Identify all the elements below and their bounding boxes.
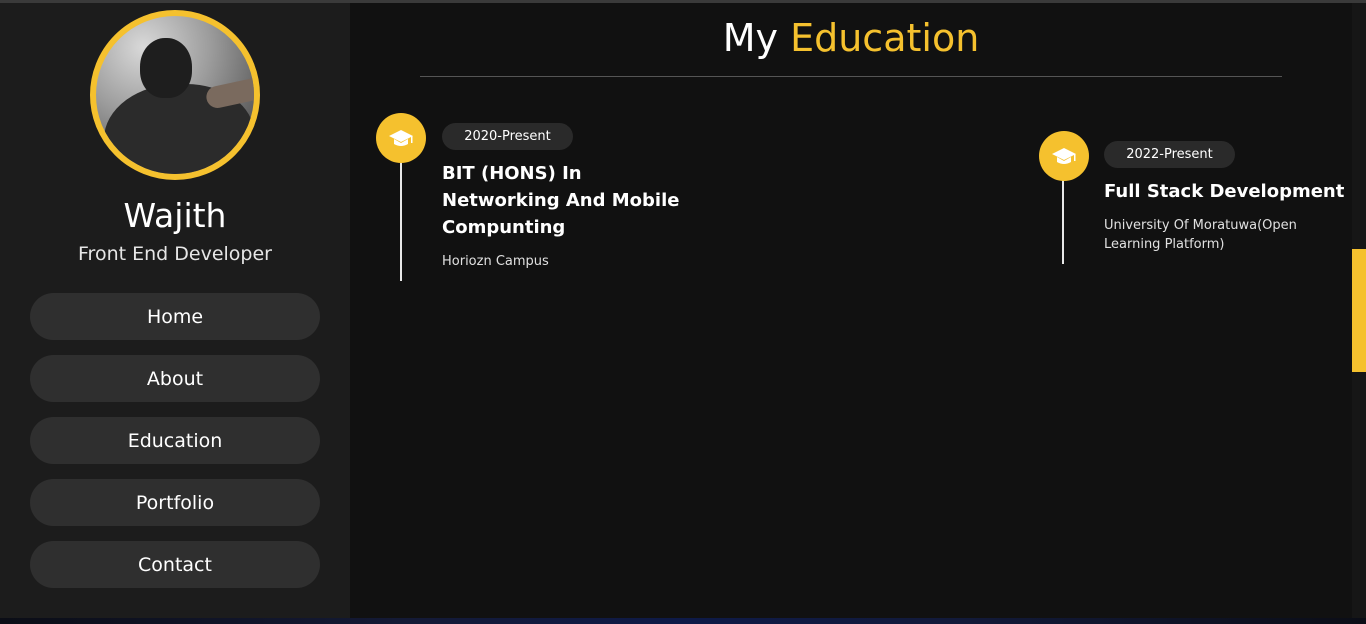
graduation-cap-icon [1039,131,1089,181]
education-school: Horiozn Campus [442,254,549,269]
education-date-badge: 2020-Present [442,123,573,150]
scrollbar-thumb[interactable] [1352,249,1366,372]
education-title: BIT (HONS) In Networking And Mobile Comp… [442,163,680,238]
sidebar-nav: Home About Education Portfolio Contact [30,293,320,603]
window-bottom-edge [0,618,1366,624]
nav-item-about[interactable]: About [30,355,320,402]
nav-item-portfolio[interactable]: Portfolio [30,479,320,526]
avatar [90,10,260,180]
graduation-cap-icon [376,113,426,163]
profile-role: Front End Developer [78,243,272,265]
nav-item-home[interactable]: Home [30,293,320,340]
main-content [350,3,1352,618]
nav-item-education[interactable]: Education [30,417,320,464]
sidebar: Wajith Front End Developer Home About Ed… [0,3,350,618]
nav-item-contact[interactable]: Contact [30,541,320,588]
timeline-line [1062,170,1064,264]
education-date-badge: 2022-Present [1104,141,1235,168]
profile-name: Wajith [123,196,227,235]
page-title-prefix: My [722,16,778,60]
education-school: University Of Moratuwa(Open Learning Pla… [1104,218,1297,252]
education-title: Full Stack Development [1104,181,1345,202]
page-title-accent: Education [790,16,980,60]
timeline-line [400,150,402,281]
title-divider [420,76,1282,77]
page-title: My Education [350,16,1352,60]
